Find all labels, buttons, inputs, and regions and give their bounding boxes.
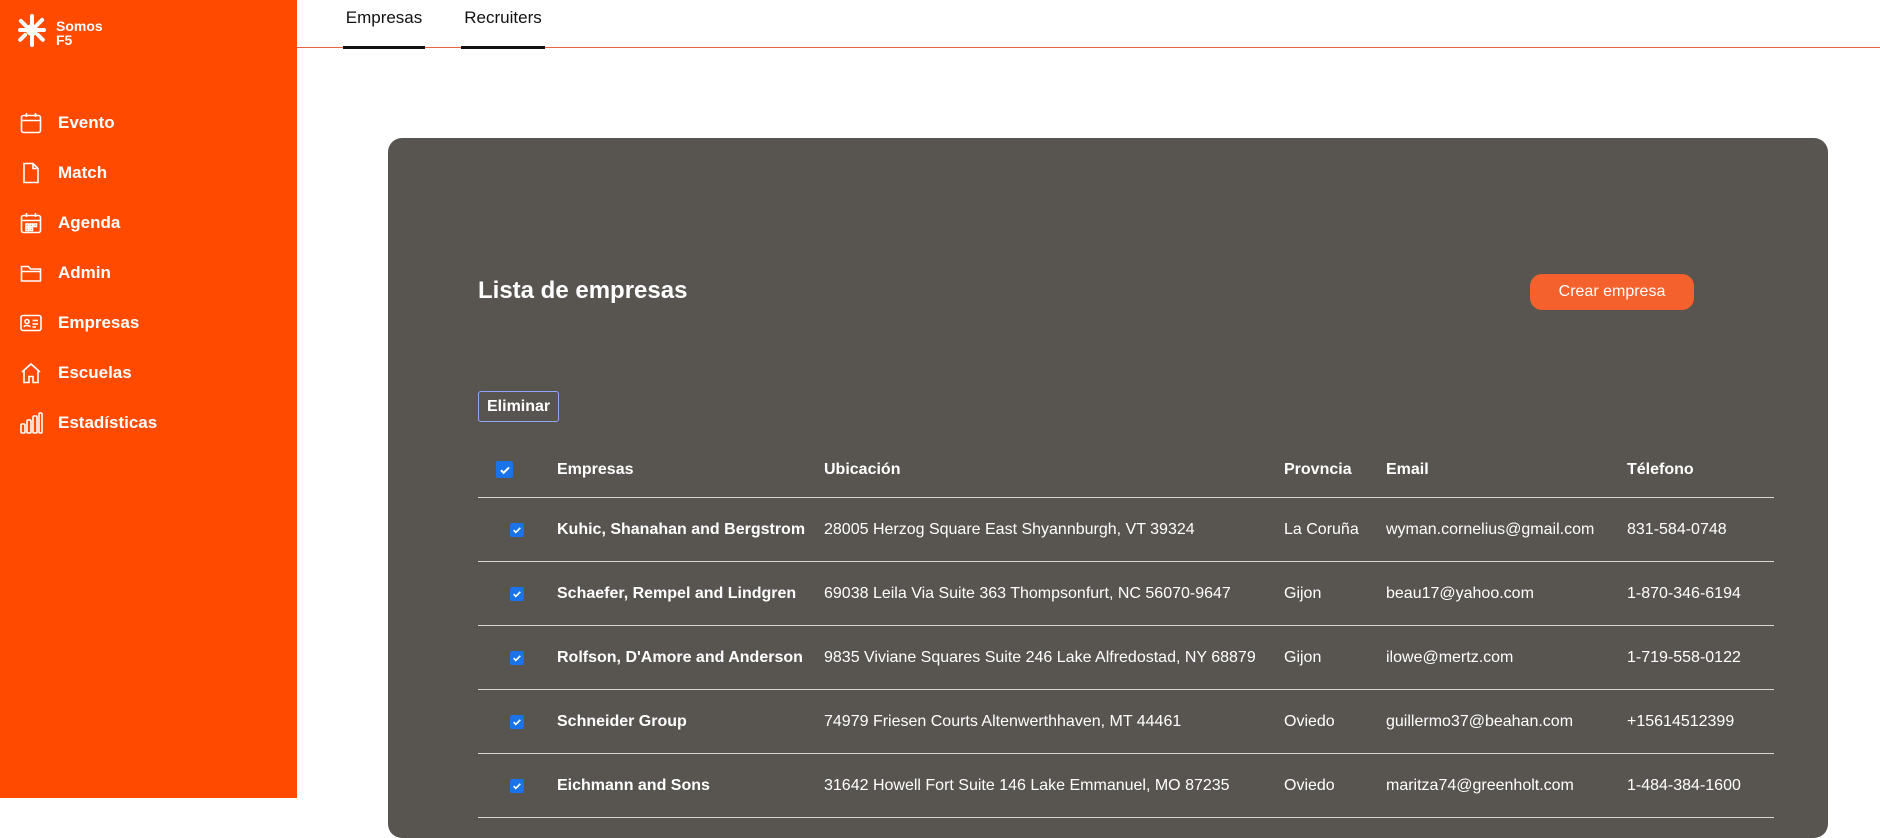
company-email: guillermo37@beahan.com — [1386, 712, 1574, 730]
table-row: Schaefer, Rempel and Lindgren 69038 Leil… — [478, 562, 1774, 626]
sidebar-nav: Evento Match Agenda Admin Empresas Escue… — [18, 98, 278, 448]
row-checkbox[interactable] — [510, 586, 524, 601]
logo-text-line1: Somos — [56, 17, 103, 34]
tab-active-indicator — [343, 46, 425, 49]
sidebar-item-admin[interactable]: Admin — [18, 248, 278, 298]
sidebar-item-label: Estadísticas — [58, 413, 158, 432]
sidebar-item-escuelas[interactable]: Escuelas — [18, 348, 278, 398]
create-company-button[interactable]: Crear empresa — [1530, 274, 1694, 310]
company-phone: +15614512399 — [1627, 712, 1735, 730]
table-row: Eichmann and Sons 31642 Howell Fort Suit… — [478, 754, 1774, 818]
company-phone: 1-484-384-1600 — [1627, 776, 1741, 794]
row-checkbox[interactable] — [510, 778, 524, 793]
column-header-provincia[interactable]: Provncia — [1284, 442, 1352, 497]
sidebar-item-evento[interactable]: Evento — [18, 98, 278, 148]
bar-chart-icon — [18, 410, 44, 436]
sidebar-item-empresas[interactable]: Empresas — [18, 298, 278, 348]
company-email: beau17@yahoo.com — [1386, 584, 1534, 602]
company-name: Schneider Group — [557, 712, 687, 730]
table-row: Schneider Group 74979 Friesen Courts Alt… — [478, 690, 1774, 754]
company-province: Oviedo — [1284, 712, 1335, 730]
tab-label: Recruiters — [464, 8, 542, 27]
table-row: Rolfson, D'Amore and Anderson 9835 Vivia… — [478, 626, 1774, 690]
folder-icon — [18, 260, 44, 286]
row-checkbox[interactable] — [510, 714, 524, 729]
select-all-cell — [496, 442, 513, 497]
sidebar-item-label: Match — [58, 163, 108, 182]
row-checkbox-cell — [510, 498, 524, 561]
sidebar-item-label: Evento — [58, 113, 115, 132]
sidebar-item-label: Admin — [58, 263, 111, 282]
document-icon — [18, 160, 44, 186]
table-header-row: Empresas Ubicación Provncia Email Télefo… — [478, 442, 1774, 498]
company-email: wyman.cornelius@gmail.com — [1386, 520, 1595, 538]
company-province: Gijon — [1284, 648, 1322, 666]
table-row: Kuhic, Shanahan and Bergstrom 28005 Herz… — [478, 498, 1774, 562]
company-name: Schaefer, Rempel and Lindgren — [557, 584, 797, 602]
company-province: Gijon — [1284, 584, 1322, 602]
companies-panel: Lista de empresas Crear empresa Eliminar… — [388, 138, 1828, 838]
sidebar-item-estadisticas[interactable]: Estadísticas — [18, 398, 278, 448]
company-province: La Coruña — [1284, 520, 1359, 538]
logo[interactable]: Somos F5 — [16, 12, 116, 53]
tab-active-indicator — [461, 46, 545, 49]
sidebar-item-agenda[interactable]: Agenda — [18, 198, 278, 248]
tab-label: Empresas — [345, 8, 423, 27]
select-all-checkbox[interactable] — [496, 461, 513, 478]
column-header-email[interactable]: Email — [1386, 442, 1429, 497]
company-province: Oviedo — [1284, 776, 1335, 794]
column-header-empresas[interactable]: Empresas — [557, 442, 634, 497]
row-checkbox-cell — [510, 690, 524, 753]
companies-table: Empresas Ubicación Provncia Email Télefo… — [478, 442, 1774, 818]
company-location: 31642 Howell Fort Suite 146 Lake Emmanue… — [824, 776, 1230, 794]
company-phone: 831-584-0748 — [1627, 520, 1727, 538]
sidebar-item-label: Escuelas — [58, 363, 132, 382]
id-card-icon — [18, 310, 44, 336]
row-checkbox[interactable] — [510, 650, 524, 665]
row-checkbox[interactable] — [510, 522, 524, 537]
top-tab-bar: Empresas Recruiters — [297, 0, 1880, 49]
page-title: Lista de empresas — [478, 277, 688, 304]
row-checkbox-cell — [510, 754, 524, 817]
company-location: 9835 Viviane Squares Suite 246 Lake Alfr… — [824, 648, 1256, 666]
sidebar: Somos F5 Evento Match Agenda Admin Empre… — [0, 0, 297, 798]
company-name: Eichmann and Sons — [557, 776, 710, 794]
sidebar-item-match[interactable]: Match — [18, 148, 278, 198]
row-checkbox-cell — [510, 626, 524, 689]
company-location: 69038 Leila Via Suite 363 Thompsonfurt, … — [824, 584, 1231, 602]
calendar-icon — [18, 110, 44, 136]
company-email: ilowe@mertz.com — [1386, 648, 1514, 666]
tab-recruiters[interactable]: Recruiters — [461, 0, 545, 49]
company-email: maritza74@greenholt.com — [1386, 776, 1574, 794]
company-name: Rolfson, D'Amore and Anderson — [557, 648, 803, 666]
row-checkbox-cell — [510, 562, 524, 625]
logo-mark-icon — [16, 12, 48, 53]
tab-empresas[interactable]: Empresas — [343, 0, 425, 49]
column-header-ubicacion[interactable]: Ubicación — [824, 442, 900, 497]
company-location: 74979 Friesen Courts Altenwerthhaven, MT… — [824, 712, 1182, 730]
sidebar-item-label: Empresas — [58, 313, 140, 332]
company-phone: 1-719-558-0122 — [1627, 648, 1741, 666]
delete-button[interactable]: Eliminar — [478, 391, 560, 422]
calendar-grid-icon — [18, 210, 44, 236]
company-location: 28005 Herzog Square East Shyannburgh, VT… — [824, 520, 1195, 538]
column-header-telefono[interactable]: Télefono — [1627, 442, 1694, 497]
company-name: Kuhic, Shanahan and Bergstrom — [557, 520, 806, 538]
home-icon — [18, 360, 44, 386]
sidebar-item-label: Agenda — [58, 213, 121, 232]
company-phone: 1-870-346-6194 — [1627, 584, 1741, 602]
logo-text-line2: F5 — [56, 31, 73, 48]
